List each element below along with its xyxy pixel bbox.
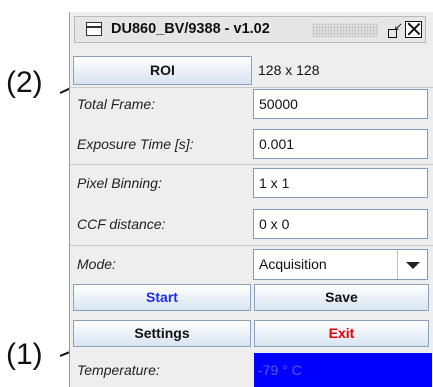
roi-button[interactable]: ROI [73,56,252,85]
window-icon [86,22,102,36]
roi-value: 128 x 128 [258,62,320,78]
temperature-value: -79 ° C [254,353,432,387]
total-frame-label: Total Frame: [77,96,156,112]
chevron-down-icon [406,262,420,269]
close-icon[interactable] [405,21,422,38]
camera-control-panel: DU860_BV/9388 - v1.02 ↙ ROI 128 x 128 To… [69,12,433,387]
restore-icon[interactable]: ↙ [388,22,403,38]
save-button[interactable]: Save [254,284,429,311]
temperature-label: Temperature: [77,362,160,378]
total-frame-field[interactable]: 50000 [253,89,428,119]
mode-selected-value: Acquisition [259,256,327,272]
exit-button[interactable]: Exit [254,320,429,347]
divider [70,164,433,165]
callout-2: (2) [6,66,43,99]
exposure-time-field[interactable]: 0.001 [253,129,428,159]
drag-grip[interactable] [312,23,378,37]
divider [70,245,433,246]
ccf-distance-label: CCF distance: [77,216,166,232]
pixel-binning-label: Pixel Binning: [77,175,162,191]
pixel-binning-field[interactable]: 1 x 1 [253,168,428,198]
mode-dropdown-button[interactable] [397,250,427,279]
divider [70,87,433,88]
mode-label: Mode: [77,256,116,272]
settings-button[interactable]: Settings [73,320,251,347]
ccf-distance-field[interactable]: 0 x 0 [253,209,428,239]
window-title: DU860_BV/9388 - v1.02 [111,21,270,37]
mode-select[interactable]: Acquisition [253,249,428,280]
callout-1: (1) [6,338,43,371]
start-button[interactable]: Start [73,284,251,311]
exposure-time-label: Exposure Time [s]: [77,136,194,152]
title-bar[interactable]: DU860_BV/9388 - v1.02 ↙ [74,16,426,43]
